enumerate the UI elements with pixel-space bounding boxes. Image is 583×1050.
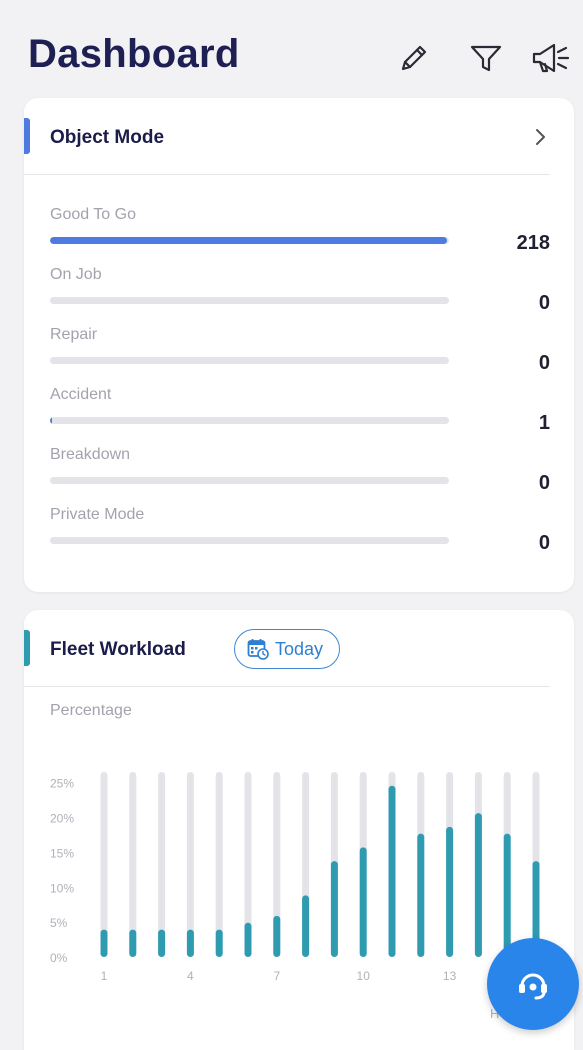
filter-icon[interactable] [468, 40, 504, 76]
object-mode-accent [24, 118, 30, 154]
chart-bar[interactable] [503, 833, 511, 957]
today-filter-label: Today [275, 639, 324, 659]
object-mode-row[interactable]: Good To Go 218 [50, 206, 550, 266]
object-mode-header[interactable]: Object Mode [24, 98, 550, 175]
support-agent-icon [519, 973, 547, 1000]
chart-x-tick-label: 7 [273, 969, 280, 983]
chart-bar[interactable] [330, 861, 338, 957]
object-mode-progress-track [50, 237, 449, 244]
chart-y-tick-label: 10% [50, 881, 74, 895]
chart-y-tick-label: 25% [50, 777, 74, 791]
fleet-workload-header: Fleet Workload Today [24, 610, 550, 687]
chart-y-tick-label: 15% [50, 846, 74, 860]
chart-bar[interactable] [302, 895, 310, 957]
object-mode-progress-track [50, 297, 449, 304]
fleet-workload-chart: 0%5%10%15%20%25%1 4 7 10 13H [50, 772, 540, 1021]
page-title: Dashboard [28, 32, 240, 76]
chart-y-tick-label: 0% [50, 951, 68, 965]
chart-x-tick-label: 4 [187, 969, 194, 983]
chart-bar[interactable] [474, 813, 482, 957]
chart-bar[interactable] [215, 929, 223, 957]
chart-bar[interactable] [417, 833, 425, 957]
object-mode-label: Private Mode [50, 506, 145, 523]
chart-bar[interactable] [388, 785, 396, 957]
object-mode-row[interactable]: Private Mode 0 [50, 506, 550, 566]
chart-bar[interactable] [129, 929, 137, 957]
chart-bar-track [100, 772, 108, 957]
fleet-workload-accent [24, 630, 30, 666]
object-mode-progress-track [50, 477, 449, 484]
today-filter-button[interactable]: Today [234, 629, 340, 669]
object-mode-card: Object Mode Good To Go 218 On Job 0 Repair 0 A… [24, 98, 574, 592]
chart-bar-track [129, 772, 137, 957]
object-mode-count: 0 [538, 352, 550, 374]
chart-y-tick-label: 5% [50, 916, 68, 930]
pencil-icon[interactable] [396, 40, 432, 76]
object-mode-progress-track [50, 537, 449, 544]
fleet-workload-title: Fleet Workload [50, 639, 186, 660]
chart-y-title: Percentage [50, 702, 132, 719]
object-mode-count: 218 [516, 232, 550, 254]
object-mode-progress-fill [50, 417, 52, 424]
object-mode-count: 1 [538, 412, 550, 434]
chevron-right-icon[interactable] [530, 126, 550, 148]
object-mode-label: Breakdown [50, 446, 131, 463]
object-mode-row[interactable]: Repair 0 [50, 326, 550, 386]
chart-x-tick-label: 10 [357, 969, 371, 983]
object-mode-title: Object Mode [50, 127, 165, 148]
object-mode-progress-fill [50, 237, 448, 244]
object-mode-progress-track [50, 357, 449, 364]
chart-bar[interactable] [158, 929, 166, 957]
object-mode-count: 0 [538, 292, 550, 314]
header: Dashboard [0, 0, 583, 100]
support-fab-button[interactable] [487, 938, 579, 1030]
chart-bar[interactable] [100, 929, 108, 957]
chart-bar[interactable] [359, 847, 367, 957]
object-mode-row[interactable]: On Job 0 [50, 266, 550, 326]
object-mode-row[interactable]: Breakdown 0 [50, 446, 550, 506]
object-mode-count: 0 [538, 472, 550, 494]
object-mode-label: On Job [50, 266, 102, 283]
chart-x-tick-label: 1 [101, 969, 108, 983]
chart-bar[interactable] [446, 826, 454, 957]
chart-bar[interactable] [273, 915, 281, 957]
calendar-icon [247, 639, 269, 660]
megaphone-icon[interactable] [530, 40, 570, 76]
object-mode-count: 0 [538, 532, 550, 554]
chart-bar-track [158, 772, 166, 957]
object-mode-label: Repair [50, 326, 98, 343]
object-mode-label: Accident [50, 386, 112, 403]
chart-x-tick-label: 13 [443, 969, 457, 983]
chart-bar[interactable] [186, 929, 194, 957]
chart-y-tick-label: 20% [50, 812, 74, 826]
chart-bar-track [215, 772, 223, 957]
object-mode-label: Good To Go [50, 206, 136, 223]
object-mode-progress-track [50, 417, 449, 424]
object-mode-row[interactable]: Accident 1 [50, 386, 550, 446]
chart-bar-track [186, 772, 194, 957]
chart-bar[interactable] [244, 922, 252, 957]
